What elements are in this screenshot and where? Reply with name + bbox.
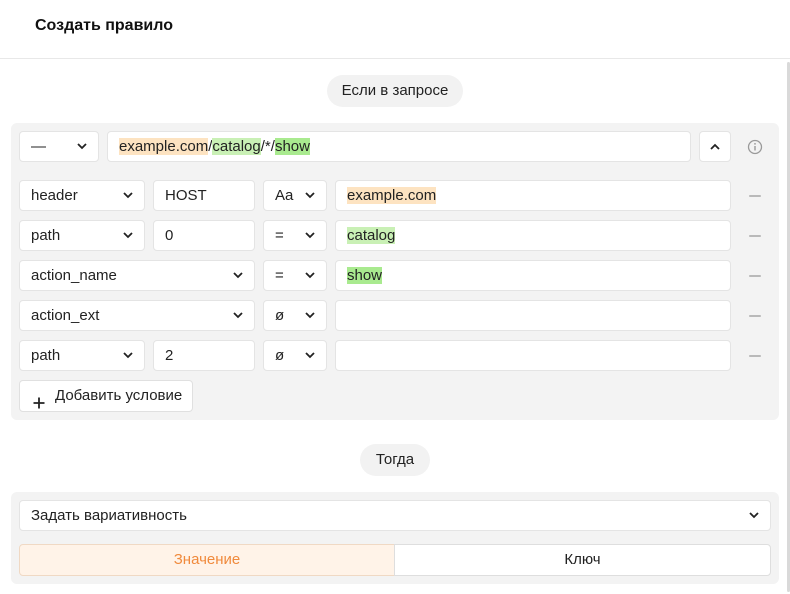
condition-value-text: example.com (347, 187, 437, 204)
condition-param-value: action_name (31, 267, 117, 284)
chevron-down-icon (122, 181, 134, 210)
info-icon[interactable] (747, 139, 763, 155)
pattern-wildcard: /*/ (260, 138, 275, 155)
condition-param-value: path (31, 227, 61, 244)
condition-key-value: 0 (165, 227, 174, 244)
condition-key-input[interactable]: 2 (153, 340, 255, 371)
condition-operator-value: ø (275, 307, 285, 324)
collapse-button[interactable] (699, 131, 731, 162)
condition-value-text: catalog (347, 227, 396, 244)
condition-key-input[interactable]: 0 (153, 220, 255, 251)
plus-icon (33, 390, 45, 409)
if-section-label: Если в запросе (327, 75, 463, 107)
chevron-down-icon (304, 221, 316, 250)
chevron-down-icon (304, 181, 316, 210)
url-type-select[interactable]: — (19, 131, 99, 162)
condition-operator-value: = (275, 267, 284, 284)
condition-param-value: header (31, 187, 78, 204)
remove-condition-icon[interactable] (749, 315, 761, 317)
condition-value-input[interactable]: show (335, 260, 731, 291)
condition-param-select[interactable]: action_ext (19, 300, 255, 331)
chevron-down-icon (304, 301, 316, 330)
condition-value-input[interactable]: example.com (335, 180, 731, 211)
condition-param-select[interactable]: path (19, 340, 145, 371)
chevron-down-icon (232, 261, 244, 290)
chevron-down-icon (122, 341, 134, 370)
segment-key-tab[interactable]: Ключ (394, 544, 771, 576)
condition-operator-value: Aa (275, 187, 294, 204)
remove-condition-icon[interactable] (749, 355, 761, 357)
condition-param-select[interactable]: header (19, 180, 145, 211)
chevron-down-icon (76, 132, 88, 161)
condition-operator-value: = (275, 227, 284, 244)
remove-condition-icon[interactable] (749, 275, 761, 277)
remove-condition-icon[interactable] (749, 235, 761, 237)
condition-operator-select[interactable]: = (263, 220, 327, 251)
chevron-down-icon (748, 501, 760, 530)
condition-operator-select[interactable]: Aa (263, 180, 327, 211)
condition-param-value: path (31, 347, 61, 364)
condition-key-input[interactable]: HOST (153, 180, 255, 211)
condition-operator-select[interactable]: = (263, 260, 327, 291)
condition-value-input[interactable] (335, 340, 731, 371)
chevron-down-icon (304, 341, 316, 370)
condition-operator-select[interactable]: ø (263, 340, 327, 371)
url-pattern-input[interactable]: example.com/catalog/*/show (107, 131, 691, 162)
condition-value-input[interactable]: catalog (335, 220, 731, 251)
condition-key-value: 2 (165, 347, 174, 364)
action-type-value: Задать вариативность (31, 507, 187, 524)
segment-value-tab[interactable]: Значение (19, 544, 395, 576)
page-title: Создать правило (35, 17, 173, 34)
condition-key-value: HOST (165, 187, 207, 204)
add-condition-button[interactable]: Добавить условие (19, 380, 193, 412)
action-type-select[interactable]: Задать вариативность (19, 500, 771, 531)
condition-param-select[interactable]: path (19, 220, 145, 251)
condition-operator-select[interactable]: ø (263, 300, 327, 331)
remove-condition-icon[interactable] (749, 195, 761, 197)
then-section-label: Тогда (360, 444, 430, 476)
chevron-down-icon (122, 221, 134, 250)
condition-param-select[interactable]: action_name (19, 260, 255, 291)
chevron-up-icon (710, 143, 720, 150)
pattern-host-segment: example.com (119, 138, 209, 155)
pattern-catalog-segment: catalog (212, 138, 261, 155)
pattern-action-segment: show (274, 138, 310, 155)
add-condition-label: Добавить условие (55, 387, 183, 404)
condition-operator-value: ø (275, 347, 285, 364)
url-type-value: — (31, 138, 46, 155)
chevron-down-icon (304, 261, 316, 290)
condition-value-text: show (347, 267, 383, 284)
chevron-down-icon (232, 301, 244, 330)
page-header: Создать правило (0, 0, 790, 59)
condition-param-value: action_ext (31, 307, 100, 324)
condition-value-input[interactable] (335, 300, 731, 331)
